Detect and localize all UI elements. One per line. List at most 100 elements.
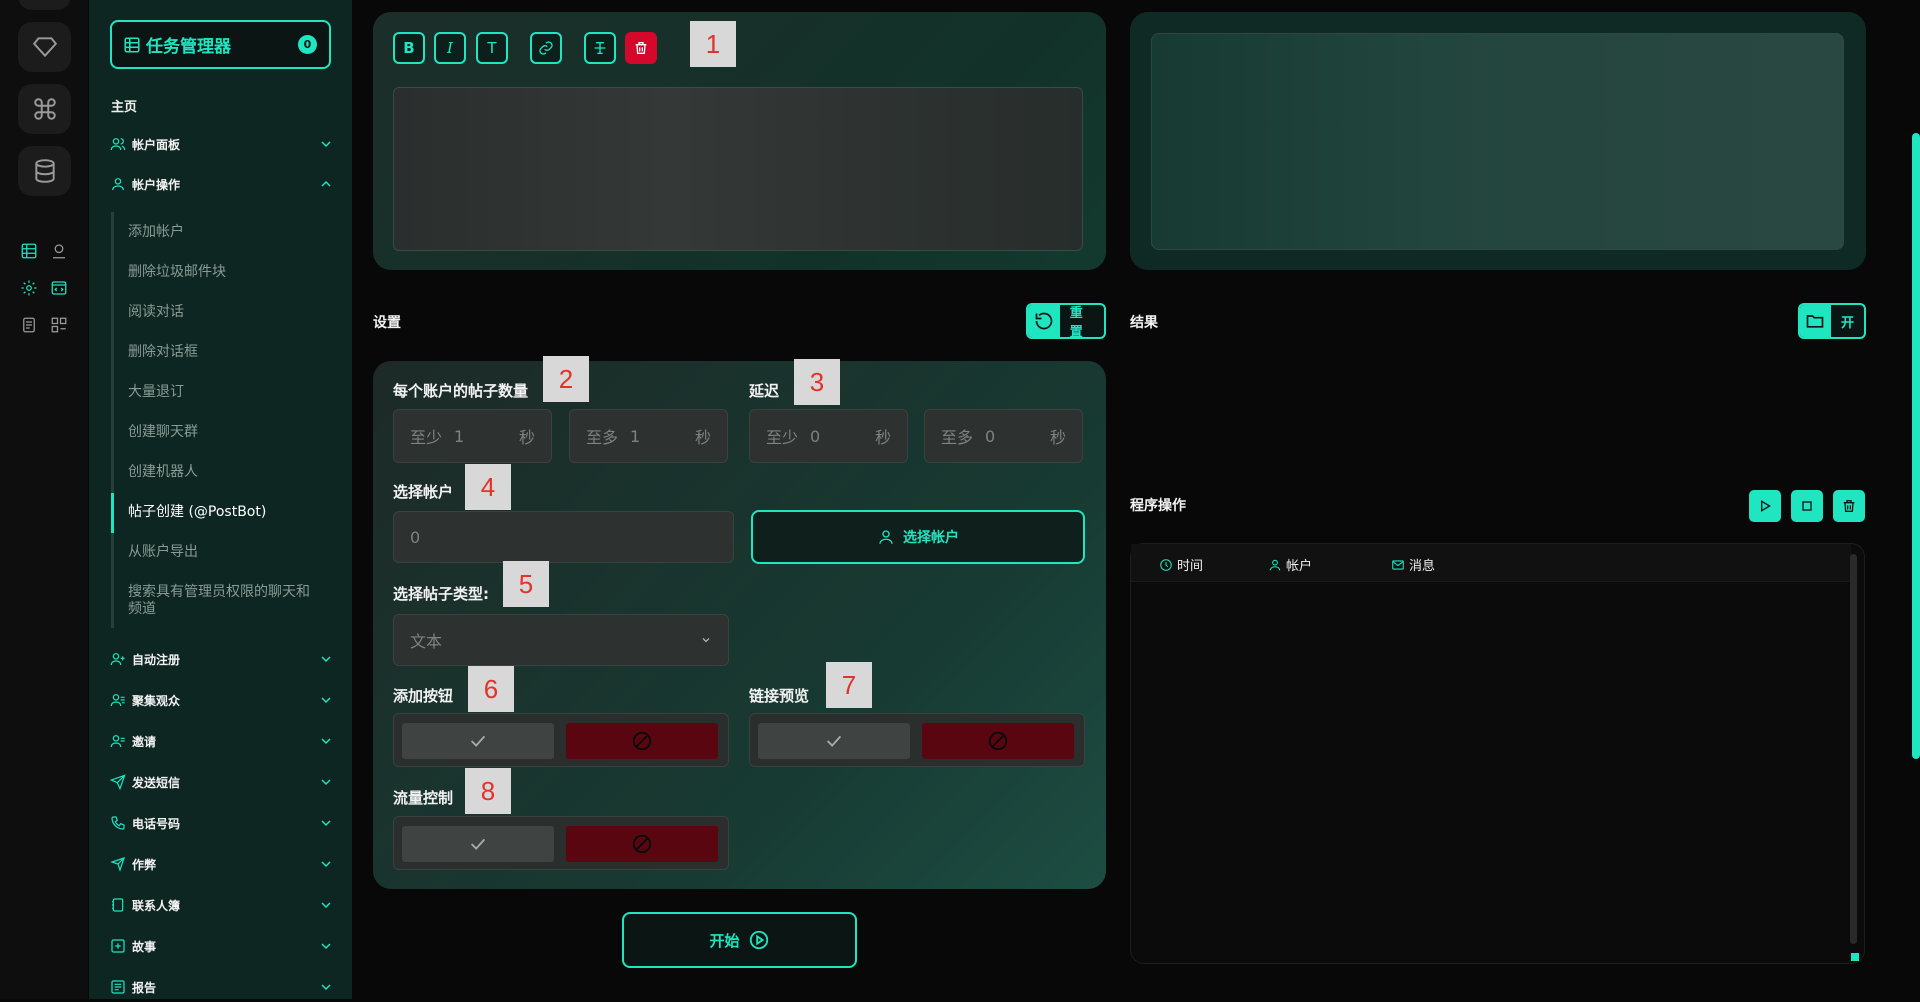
user-invite-icon	[109, 733, 126, 750]
sidebar-group-reports[interactable]: 报告	[109, 972, 334, 1002]
check-icon	[470, 735, 486, 747]
rail-layout-button[interactable]	[48, 314, 70, 336]
sidebar-group-phone-numbers[interactable]: 电话号码	[109, 808, 334, 838]
column-account[interactable]: 帐户	[1268, 555, 1312, 574]
submenu-item[interactable]: 创建机器人	[128, 464, 328, 481]
post-type-select[interactable]: 文本	[393, 614, 729, 666]
account-count-input[interactable]: 0	[393, 511, 734, 563]
disable-option[interactable]	[922, 723, 1074, 759]
layout-icon	[51, 317, 67, 333]
submenu-item[interactable]: 删除垃圾邮件块	[128, 264, 328, 281]
chevron-down-icon	[318, 136, 334, 152]
column-message[interactable]: 消息	[1391, 555, 1435, 574]
rail-button-top[interactable]	[18, 0, 71, 10]
log-scrollbar[interactable]	[1850, 554, 1857, 944]
sidebar-group-label: 电话号码	[132, 816, 181, 831]
stop-button[interactable]	[1791, 490, 1823, 522]
sidebar-group-label: 报告	[132, 980, 157, 995]
sidebar-group-invite[interactable]: 邀请	[109, 726, 334, 756]
clear-log-button[interactable]	[1833, 490, 1865, 522]
bold-button[interactable]: B	[393, 32, 425, 64]
add-buttons-label: 添加按钮	[393, 687, 454, 705]
annotation-marker: 6	[468, 666, 514, 712]
link-preview-toggle	[749, 713, 1085, 767]
enable-option[interactable]	[402, 826, 554, 862]
start-label: 开始	[709, 931, 740, 950]
sidebar-group-gather-audience[interactable]: 聚集观众	[109, 685, 334, 715]
sidebar-group-contacts[interactable]: 联系人簿	[109, 890, 334, 920]
rail-document-button[interactable]	[18, 314, 40, 336]
submenu-item[interactable]: 创建聊天群	[128, 424, 328, 441]
italic-button[interactable]: I	[434, 32, 466, 64]
strikethrough-button[interactable]	[584, 32, 616, 64]
open-results-button[interactable]: 开	[1798, 303, 1866, 339]
input-suffix: 秒	[518, 428, 535, 447]
folder-open-icon	[1800, 305, 1831, 337]
reset-icon	[1028, 305, 1060, 337]
user-icon	[879, 530, 893, 544]
submenu-item[interactable]: 添加帐户	[128, 224, 328, 241]
disable-option[interactable]	[566, 826, 718, 862]
column-time[interactable]: 时间	[1159, 555, 1203, 574]
add-buttons-toggle	[393, 713, 729, 767]
rail-database-button[interactable]	[18, 146, 71, 196]
sidebar-group-label: 自动注册	[132, 652, 181, 667]
profile-icon	[53, 244, 65, 259]
sidebar-group-account-ops[interactable]: 帐户操作	[109, 169, 334, 199]
input-prefix: 至多	[941, 428, 974, 447]
task-count-badge: 0	[298, 35, 317, 54]
enable-option[interactable]	[758, 723, 910, 759]
delay-max-input[interactable]: 至多 0 秒	[924, 409, 1083, 463]
text-format-button[interactable]: T	[476, 32, 508, 64]
annotation-marker: 5	[503, 561, 549, 607]
user-plus-icon	[109, 651, 126, 668]
submenu-item[interactable]: 从账户导出	[128, 544, 328, 561]
users-icon	[109, 136, 126, 153]
start-button[interactable]: 开始	[622, 912, 857, 968]
posts-max-input[interactable]: 至多 1 秒	[569, 409, 728, 463]
link-button[interactable]	[530, 32, 562, 64]
ban-icon	[988, 731, 1008, 751]
posts-min-input[interactable]: 至少 1 秒	[393, 409, 552, 463]
submenu-item-active[interactable]: 帖子创建 (@PostBot)	[128, 504, 328, 521]
sidebar-group-cheat[interactable]: 作弊	[109, 849, 334, 879]
select-account-button[interactable]: 选择帐户	[751, 510, 1085, 564]
input-prefix: 至少	[410, 428, 443, 447]
rail-code-button[interactable]	[48, 277, 70, 299]
rail-command-button[interactable]	[18, 84, 71, 134]
rail-table-button[interactable]	[18, 240, 40, 262]
chevron-down-icon	[318, 856, 334, 872]
reset-button[interactable]: 重置	[1026, 303, 1106, 339]
page-scrollbar[interactable]	[1912, 133, 1920, 759]
input-value: 1	[630, 426, 641, 446]
submenu-item[interactable]: 删除对话框	[128, 344, 328, 361]
rail-diamond-button[interactable]	[18, 22, 71, 72]
submenu-item[interactable]: 搜索具有管理员权限的聊天和频道	[128, 584, 318, 618]
mail-icon	[1392, 559, 1404, 570]
submenu-item[interactable]: 大量退订	[128, 384, 328, 401]
select-account-button-label: 选择帐户	[903, 530, 959, 546]
submenu-item[interactable]: 阅读对话	[128, 304, 328, 321]
sidebar-group-send-sms[interactable]: 发送短信	[109, 767, 334, 797]
resize-handle[interactable]	[1851, 953, 1859, 961]
delay-min-input[interactable]: 至少 0 秒	[749, 409, 908, 463]
task-manager-button[interactable]: 任务管理器 0	[110, 20, 331, 69]
enable-option[interactable]	[402, 723, 554, 759]
rail-settings-button[interactable]	[18, 277, 40, 299]
annotation-marker: 4	[465, 464, 511, 510]
annotation-marker: 1	[690, 21, 736, 67]
diamond-icon	[32, 37, 57, 58]
post-text-area[interactable]	[393, 87, 1083, 251]
sidebar-group-account-panel[interactable]: 帐户面板	[109, 129, 334, 159]
play-button[interactable]	[1749, 490, 1781, 522]
disable-option[interactable]	[566, 723, 718, 759]
sidebar-group-stories[interactable]: 故事	[109, 931, 334, 961]
chevron-down-icon	[318, 938, 334, 954]
input-suffix: 秒	[694, 428, 711, 447]
sidebar-group-auto-register[interactable]: 自动注册	[109, 644, 334, 674]
trash-icon	[1843, 500, 1855, 512]
results-title: 结果	[1130, 315, 1158, 331]
rail-profile-button[interactable]	[48, 240, 70, 262]
log-header: 时间 帐户 消息	[1131, 544, 1851, 582]
clear-button[interactable]	[625, 32, 657, 64]
